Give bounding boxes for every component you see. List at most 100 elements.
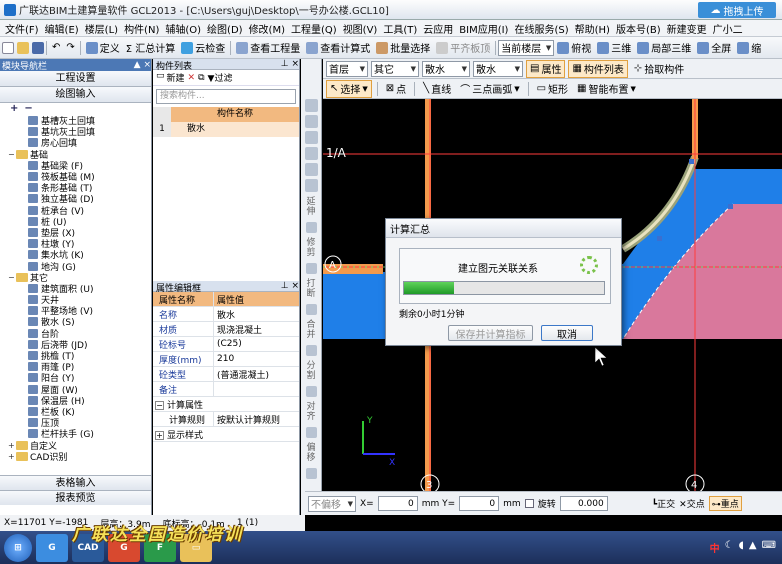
batch-select-button[interactable]: 批量选择 (373, 39, 433, 57)
category-select[interactable]: 其它 ▼ (371, 60, 419, 77)
tool-icon[interactable] (305, 222, 317, 233)
expand-toggle-icon[interactable]: − (155, 400, 164, 410)
mirror-icon[interactable] (304, 147, 318, 160)
tool-icon[interactable] (305, 345, 317, 356)
expand-toggle-icon[interactable]: + (8, 452, 16, 461)
local-3d-button[interactable]: 局部三维 (634, 39, 694, 57)
property-row[interactable]: − 计算属性 (153, 397, 299, 412)
tree-item[interactable]: 雨篷 (P) (0, 361, 151, 373)
property-value[interactable]: 散水 (213, 307, 299, 321)
line-button[interactable]: ╲ 直线 (420, 80, 454, 98)
expand-all-icon[interactable]: + (10, 103, 18, 115)
tree-item[interactable]: 后浇带 (JD) (0, 339, 151, 351)
property-value[interactable]: (C25) (213, 337, 299, 351)
tree-item[interactable]: 保温层 (H) (0, 395, 151, 407)
midpoint-button[interactable]: ⊶重点 (708, 496, 742, 511)
menu-item[interactable]: 在线服务(S) (511, 21, 571, 36)
copy-icon[interactable] (304, 131, 318, 144)
tab-report-preview[interactable]: 报表预览 (0, 490, 151, 505)
expand-toggle-icon[interactable]: + (155, 430, 164, 440)
nav-header-controls[interactable]: ▲ × (134, 60, 151, 70)
property-row[interactable]: 砼标号 (C25) (153, 337, 299, 352)
expand-toggle-icon[interactable]: + (8, 441, 16, 450)
view-quantity-button[interactable]: 查看工程量 (233, 39, 303, 57)
tab-project-settings[interactable]: 工程设置 (0, 71, 151, 87)
arc-button[interactable]: ⌒ 三点画弧 ▼ (457, 80, 522, 98)
grip-point[interactable] (657, 236, 662, 241)
upload-button[interactable]: ☁ 拖拽上传 (698, 2, 776, 18)
menu-item[interactable]: 构件(N) (121, 21, 162, 36)
property-row[interactable]: + 显示样式 (153, 427, 299, 442)
keyboard-icon[interactable]: ⌨ (762, 540, 776, 555)
undo-icon[interactable]: ↶ (49, 39, 63, 57)
tool-icon[interactable] (305, 427, 317, 438)
redo-icon[interactable]: ↷ (63, 39, 77, 57)
menu-item[interactable]: 文件(F) (2, 21, 42, 36)
menu-item[interactable]: 辅轴(O) (162, 21, 204, 36)
tree-folder[interactable]: + 自定义 (0, 439, 151, 452)
rotate-icon[interactable] (304, 179, 318, 192)
tree-item[interactable]: 房心回填 (0, 137, 151, 149)
tree-item[interactable]: 平整场地 (V) (0, 305, 151, 317)
tool-icon[interactable] (305, 304, 317, 315)
modify-tool-0[interactable]: 延伸 (306, 197, 317, 217)
tree-folder[interactable]: + CAD识别 (0, 451, 151, 463)
menu-item[interactable]: 楼层(L) (82, 21, 121, 36)
define-button[interactable]: 定义 (83, 39, 123, 57)
open-folder-icon[interactable] (17, 41, 29, 54)
point-button[interactable]: ⊠ 点 (383, 80, 409, 98)
component-search-input[interactable]: 搜索构件... (156, 89, 296, 104)
edit-icon[interactable] (304, 99, 318, 112)
pick-component-button[interactable]: ⊹ 拾取构件 (631, 60, 687, 78)
speaker-icon[interactable]: ◖ (739, 540, 744, 555)
taskbar-app-glodon[interactable]: G (36, 533, 68, 562)
pin-icon[interactable]: ⊥ × (281, 281, 299, 291)
attr-button[interactable]: ▤ 属性 (526, 59, 566, 78)
new-file-icon[interactable] (2, 41, 14, 54)
tree-item[interactable]: 挑檐 (T) (0, 350, 151, 362)
delete-icon[interactable]: ✕ (188, 73, 196, 83)
component-select[interactable]: 散水 ▼ (473, 60, 523, 77)
menu-item[interactable]: 版本号(B) (613, 21, 664, 36)
summary-button[interactable]: Σ 汇总计算 (123, 39, 179, 57)
tool-icon[interactable] (305, 468, 317, 479)
menu-item[interactable]: BIM应用(I) (456, 21, 511, 36)
modify-tool-2[interactable]: 打断 (306, 279, 317, 299)
comp-list-button[interactable]: ▦ 构件列表 (568, 59, 628, 78)
move-icon[interactable] (304, 163, 318, 176)
tree-item[interactable]: 桩 (U) (0, 216, 151, 228)
three-d-button[interactable]: 三维 (594, 39, 634, 57)
property-value[interactable]: 按默认计算规则 (213, 412, 299, 426)
property-value[interactable]: 现浇混凝土 (213, 322, 299, 336)
menu-item[interactable]: 绘图(D) (204, 21, 246, 36)
tool-icon[interactable] (305, 386, 317, 397)
network-icon[interactable]: ▲ (749, 540, 757, 555)
tree-item[interactable]: 桩承台 (V) (0, 205, 151, 217)
grip-point[interactable] (728, 204, 733, 209)
collapse-all-icon[interactable]: − (24, 103, 32, 115)
top-view-button[interactable]: 俯视 (554, 39, 594, 57)
tree-item[interactable]: 地沟 (G) (0, 260, 151, 273)
ortho-button[interactable]: ┗正交 (652, 497, 675, 510)
expand-toggle-icon[interactable]: − (8, 273, 16, 282)
smart-layout-button[interactable]: ▦ 智能布置 ▼ (574, 80, 639, 98)
y-input[interactable]: 0 (459, 496, 500, 511)
pin-icon[interactable]: ⊥ × (281, 59, 299, 69)
menu-item[interactable]: 新建变更 (664, 21, 710, 36)
rotate-checkbox[interactable] (524, 499, 534, 508)
rect-button[interactable]: ▭ 矩形 (534, 80, 571, 98)
property-row[interactable]: 厚度(mm) 210 (153, 352, 299, 367)
save-calc-button[interactable]: 保存并计算指标 (448, 325, 533, 341)
floor-select[interactable]: 首层 ▼ (326, 60, 368, 77)
rotate-input[interactable]: 0.000 (559, 496, 608, 511)
intersect-button[interactable]: ✕交点 (679, 497, 705, 510)
modify-tool-3[interactable]: 合并 (306, 320, 317, 340)
tab-draw-input[interactable]: 绘图输入 (0, 87, 151, 103)
delete-icon[interactable] (304, 115, 318, 128)
property-row[interactable]: 计算规则 按默认计算规则 (153, 412, 299, 427)
modify-tool-6[interactable]: 偏移 (306, 443, 317, 463)
x-input[interactable]: 0 (377, 496, 418, 511)
cancel-button[interactable]: 取消 (541, 325, 593, 341)
menu-item[interactable]: 广小二 (710, 21, 746, 36)
menu-item[interactable]: 帮助(H) (572, 21, 613, 36)
